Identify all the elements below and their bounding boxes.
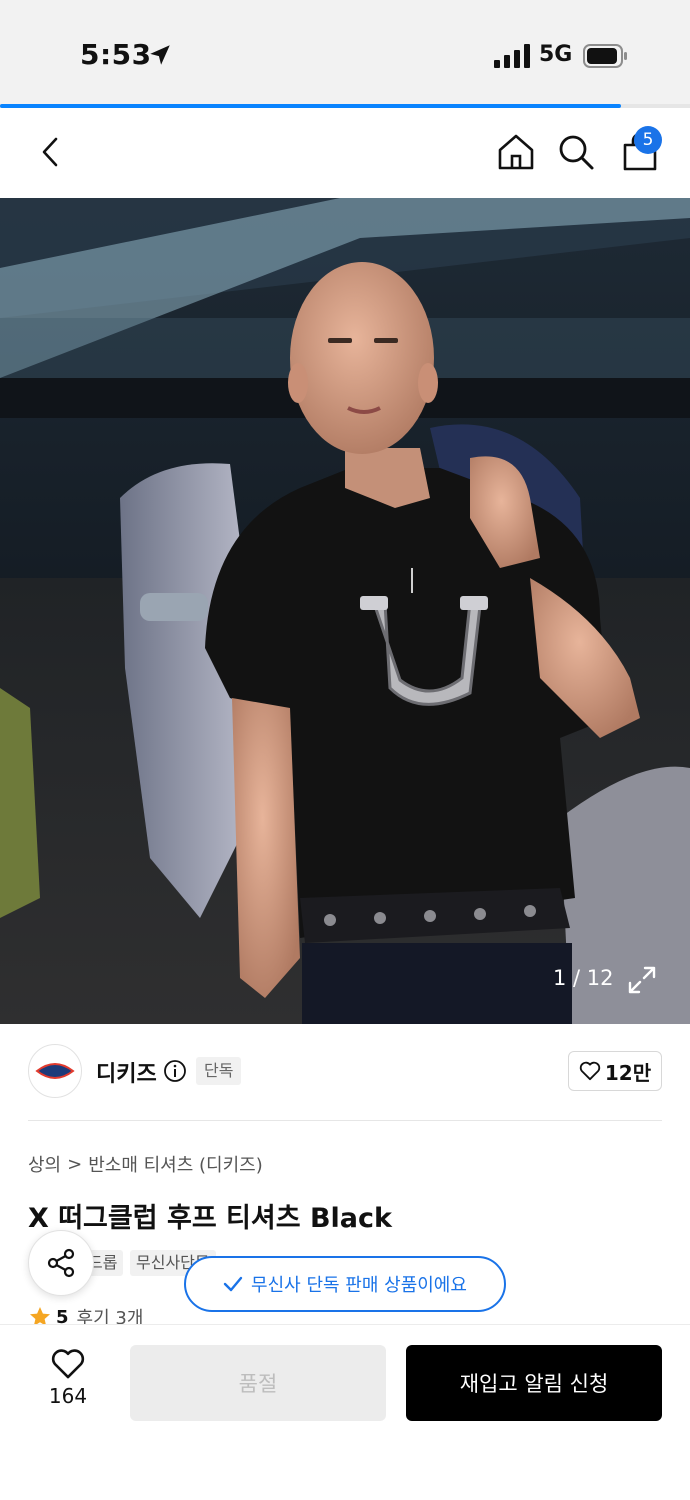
brand-like-button[interactable]: 12만: [568, 1051, 662, 1091]
home-button[interactable]: [494, 130, 538, 174]
top-nav-bar: [0, 108, 690, 198]
home-icon: [498, 134, 534, 170]
info-icon[interactable]: [163, 1059, 187, 1083]
exclusive-toast: 무신사 단독 판매 상품이에요: [184, 1256, 506, 1312]
divider: [28, 1120, 662, 1121]
network-type: 5G: [539, 42, 573, 67]
check-icon: [223, 1276, 243, 1292]
product-image-gallery[interactable]: [0, 198, 690, 1024]
heart-icon: [579, 1061, 601, 1081]
breadcrumb-separator: >: [67, 1153, 83, 1175]
search-button[interactable]: [554, 130, 598, 174]
wishlist-button[interactable]: 164: [36, 1348, 100, 1418]
status-time: 5:53: [80, 38, 152, 71]
status-bar: 5:53 5G: [0, 0, 690, 106]
location-arrow-icon: [150, 45, 170, 65]
cart-count-badge: 5: [634, 126, 662, 154]
back-button[interactable]: [28, 130, 72, 174]
dickies-logo: [35, 1063, 75, 1079]
search-icon: [559, 135, 594, 170]
heart-icon: [51, 1349, 85, 1379]
share-icon: [47, 1248, 75, 1278]
restock-alert-button[interactable]: 재입고 알림 신청: [406, 1345, 662, 1421]
image-counter: 1 / 12: [553, 966, 614, 990]
battery-icon: [583, 44, 627, 68]
exclusive-badge: 단독: [196, 1057, 242, 1085]
breadcrumb-category[interactable]: 상의: [28, 1151, 61, 1177]
signal-bars-icon: [494, 44, 530, 68]
product-title: X 떠그클럽 후프 티셔츠 Black: [28, 1203, 392, 1234]
breadcrumb: 상의 > 반소매 티셔츠 (디키즈): [28, 1151, 263, 1177]
share-button[interactable]: [28, 1230, 94, 1296]
chevron-left-icon: [42, 137, 58, 167]
toast-message: 무신사 단독 판매 상품이에요: [251, 1275, 467, 1296]
brand-logo[interactable]: [28, 1044, 82, 1098]
brand-like-count: 12만: [604, 1060, 652, 1085]
expand-icon[interactable]: [626, 964, 658, 996]
product-photo: [0, 198, 690, 1024]
brand-name[interactable]: 디키즈: [96, 1056, 157, 1088]
soldout-button[interactable]: 품절: [130, 1345, 386, 1421]
breadcrumb-subcategory[interactable]: 반소매 티셔츠 (디키즈): [88, 1151, 263, 1177]
wishlist-count: 164: [48, 1384, 88, 1408]
